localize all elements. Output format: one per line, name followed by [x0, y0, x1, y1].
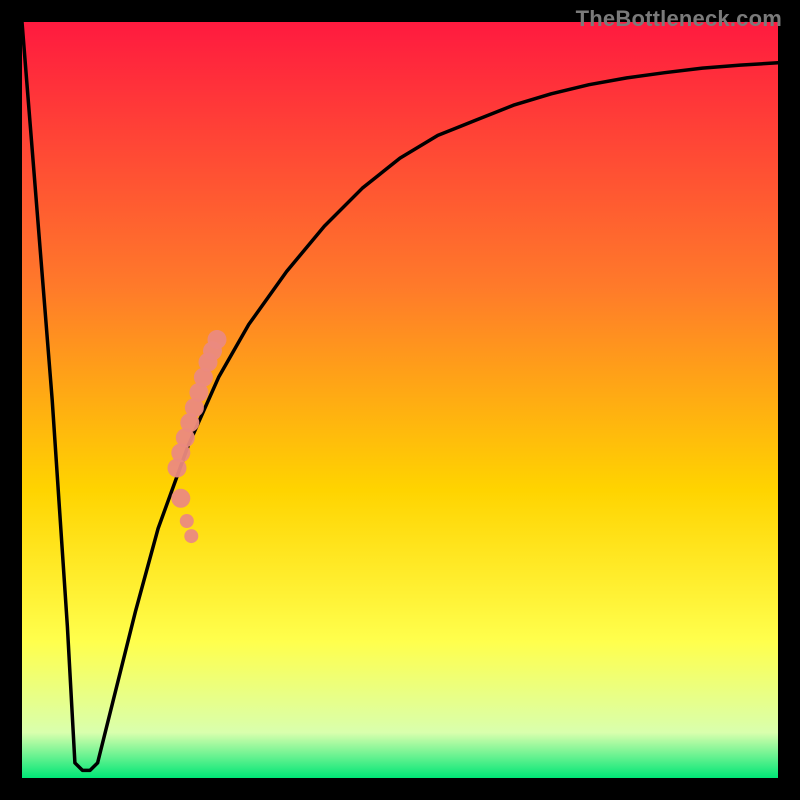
- highlight-dot: [184, 529, 198, 543]
- chart-canvas: [0, 0, 800, 800]
- highlight-dot: [180, 514, 194, 528]
- gradient-background: [22, 22, 778, 778]
- frame-left: [0, 0, 22, 800]
- bottleneck-chart: TheBottleneck.com: [0, 0, 800, 800]
- frame-right: [778, 0, 800, 800]
- frame-bottom: [0, 778, 800, 800]
- highlight-dot: [208, 330, 227, 349]
- highlight-dot: [171, 489, 190, 508]
- frame-top: [0, 0, 800, 22]
